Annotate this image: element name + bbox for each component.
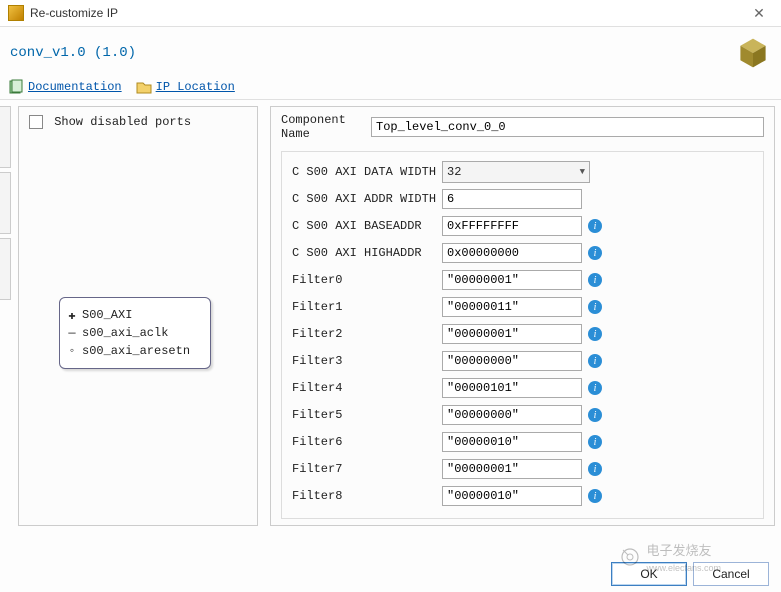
show-disabled-ports-label: Show disabled ports	[54, 115, 191, 129]
param-label: C S00 AXI BASEADDR	[292, 219, 442, 233]
ip-location-link[interactable]: IP Location	[156, 80, 235, 94]
body: Show disabled ports ✚ S00_AXI — s00_axi_…	[0, 100, 781, 550]
window-title: Re-customize IP	[30, 6, 745, 20]
info-icon[interactable]: i	[588, 246, 602, 260]
param-input[interactable]	[442, 486, 582, 506]
param-row: Filter5 i	[292, 403, 753, 427]
ip-port-label: s00_axi_aresetn	[82, 344, 190, 358]
ip-port-label: s00_axi_aclk	[82, 326, 168, 340]
ip-location-icon	[136, 79, 152, 95]
chevron-down-icon: ▼	[580, 167, 585, 177]
ip-symbol: ✚ S00_AXI — s00_axi_aclk ◦ s00_axi_arese…	[59, 297, 211, 369]
param-row: C S00 AXI ADDR WIDTH	[292, 187, 753, 211]
header: conv_v1.0 (1.0)	[0, 27, 781, 75]
component-name-label: Component Name	[281, 113, 371, 141]
param-row: Filter3 i	[292, 349, 753, 373]
info-icon[interactable]: i	[588, 408, 602, 422]
collapsed-side-tabs	[0, 100, 12, 550]
param-input[interactable]	[442, 432, 582, 452]
param-label: Filter1	[292, 300, 442, 314]
documentation-icon	[8, 79, 24, 95]
param-row: C S00 AXI DATA WIDTH 32 ▼	[292, 160, 753, 184]
param-input[interactable]	[442, 216, 582, 236]
param-row: Filter2 i	[292, 322, 753, 346]
info-icon[interactable]: i	[588, 327, 602, 341]
param-label: Filter6	[292, 435, 442, 449]
config-panel: Component Name C S00 AXI DATA WIDTH32▼C …	[270, 106, 775, 526]
param-input[interactable]	[442, 459, 582, 479]
param-row: Filter4 i	[292, 376, 753, 400]
param-input[interactable]	[442, 243, 582, 263]
ok-button[interactable]: OK	[611, 562, 687, 586]
side-tab[interactable]	[0, 106, 11, 168]
param-input[interactable]	[442, 405, 582, 425]
ip-title: conv_v1.0 (1.0)	[10, 45, 735, 61]
info-icon[interactable]: i	[588, 219, 602, 233]
cancel-button[interactable]: Cancel	[693, 562, 769, 586]
info-icon[interactable]: i	[588, 489, 602, 503]
toolbar: Documentation IP Location	[0, 75, 781, 100]
app-icon	[8, 5, 24, 21]
ip-preview-panel: Show disabled ports ✚ S00_AXI — s00_axi_…	[18, 106, 258, 526]
param-row: Filter1 i	[292, 295, 753, 319]
param-input[interactable]	[442, 351, 582, 371]
ip-port[interactable]: — s00_axi_aclk	[64, 324, 204, 342]
param-label: C S00 AXI DATA WIDTH	[292, 165, 442, 179]
side-tab[interactable]	[0, 238, 11, 300]
side-tab[interactable]	[0, 172, 11, 234]
param-label: Filter5	[292, 408, 442, 422]
info-icon[interactable]: i	[588, 381, 602, 395]
param-row: Filter7 i	[292, 457, 753, 481]
component-name-input[interactable]	[371, 117, 764, 137]
info-icon[interactable]: i	[588, 435, 602, 449]
param-input[interactable]	[442, 378, 582, 398]
param-select[interactable]: 32 ▼	[442, 161, 590, 183]
ip-port-label: S00_AXI	[82, 308, 132, 322]
param-label: Filter4	[292, 381, 442, 395]
dialog-footer: OK Cancel	[0, 556, 781, 592]
param-label: Filter7	[292, 462, 442, 476]
info-icon[interactable]: i	[588, 273, 602, 287]
param-label: Filter3	[292, 354, 442, 368]
param-row: Filter6 i	[292, 430, 753, 454]
param-input[interactable]	[442, 324, 582, 344]
param-input[interactable]	[442, 189, 582, 209]
vivado-logo-icon	[735, 35, 771, 71]
info-icon[interactable]: i	[588, 462, 602, 476]
bus-port-icon: ✚	[64, 308, 80, 323]
parameter-list: C S00 AXI DATA WIDTH 32 ▼ C S00 AXI ADDR WI…	[281, 151, 764, 519]
info-icon[interactable]: i	[588, 300, 602, 314]
info-icon[interactable]: i	[588, 354, 602, 368]
titlebar: Re-customize IP ✕	[0, 0, 781, 27]
param-row: Filter0 i	[292, 268, 753, 292]
reset-port-icon: ◦	[64, 344, 80, 358]
param-row: C S00 AXI HIGHADDR i	[292, 241, 753, 265]
param-row: Filter8 i	[292, 484, 753, 508]
ip-port[interactable]: ✚ S00_AXI	[64, 306, 204, 324]
ip-port[interactable]: ◦ s00_axi_aresetn	[64, 342, 204, 360]
param-row: C S00 AXI BASEADDR i	[292, 214, 753, 238]
param-label: Filter2	[292, 327, 442, 341]
param-label: Filter8	[292, 489, 442, 503]
documentation-link[interactable]: Documentation	[28, 80, 122, 94]
close-button[interactable]: ✕	[745, 0, 773, 26]
param-value: 32	[447, 165, 461, 179]
show-disabled-ports-checkbox[interactable]	[29, 115, 43, 129]
clock-port-icon: —	[64, 326, 80, 340]
param-input[interactable]	[442, 297, 582, 317]
param-input[interactable]	[442, 270, 582, 290]
param-label: C S00 AXI ADDR WIDTH	[292, 192, 442, 206]
component-name-row: Component Name	[281, 113, 764, 141]
show-disabled-ports-row[interactable]: Show disabled ports	[29, 115, 247, 129]
param-label: C S00 AXI HIGHADDR	[292, 246, 442, 260]
param-label: Filter0	[292, 273, 442, 287]
